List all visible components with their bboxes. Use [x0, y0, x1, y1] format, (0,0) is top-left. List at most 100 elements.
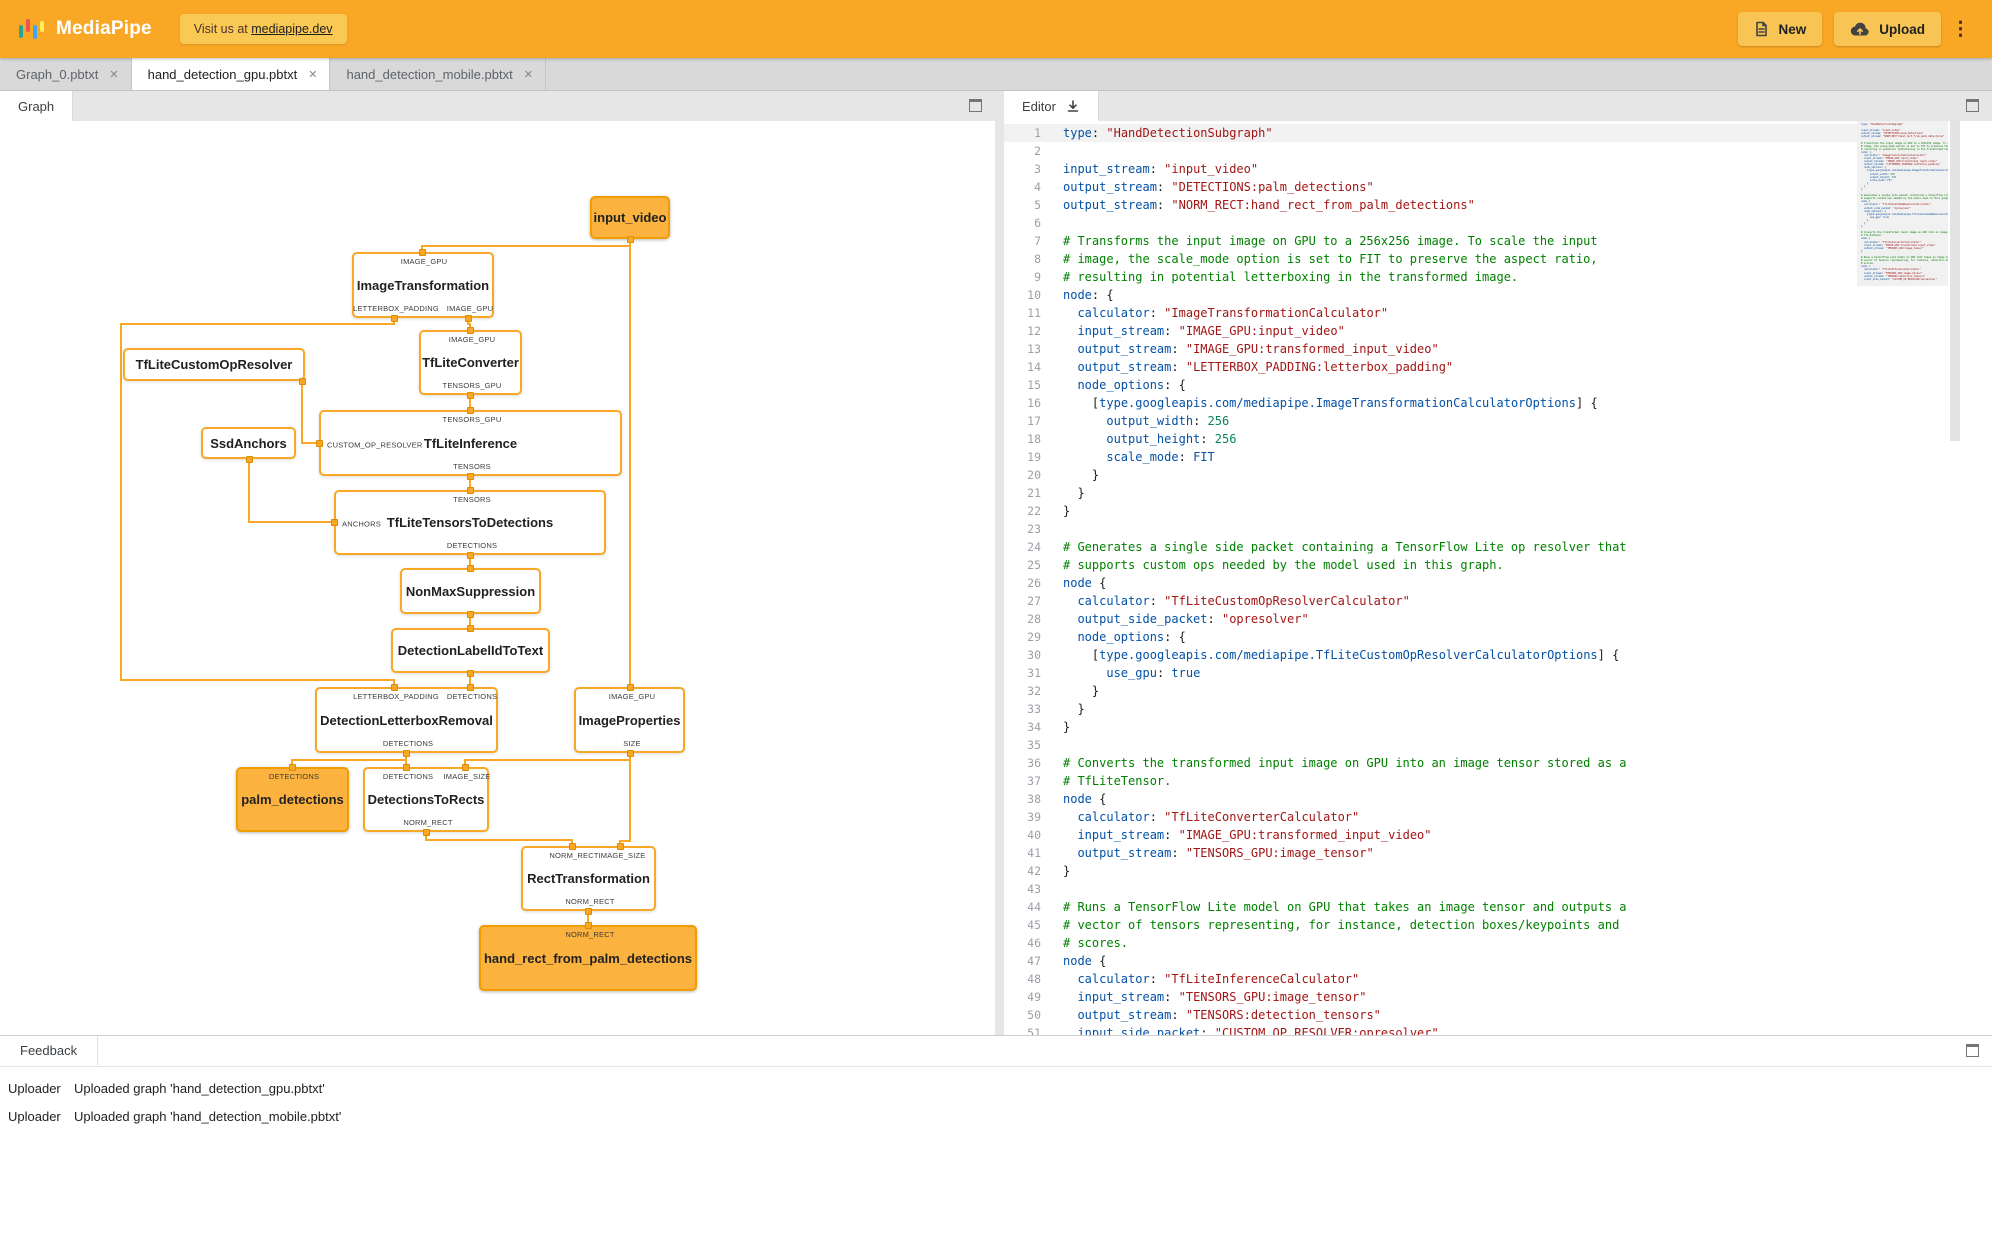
port-label-TENSORS: TENSORS	[453, 495, 491, 504]
port-dot	[466, 683, 474, 691]
graph-node-DetectionLabelIdToText[interactable]: DetectionLabelIdToText	[391, 628, 550, 673]
code-line: 37 # TfLiteTensor.	[1004, 772, 1857, 790]
code-line: 26 node {	[1004, 574, 1857, 592]
tab-graph[interactable]: Graph	[0, 91, 74, 121]
line-number: 40	[1027, 828, 1041, 842]
port-dot	[402, 749, 410, 757]
port-dot	[466, 610, 474, 618]
code-line: 48 calculator: "TfLiteInferenceCalculato…	[1004, 970, 1857, 988]
expand-editor-panel-icon[interactable]	[1966, 99, 1979, 112]
graph-node-palm_detections[interactable]: palm_detections DETECTIONS	[236, 767, 349, 832]
line-number: 11	[1027, 306, 1041, 320]
download-icon[interactable]	[1066, 99, 1080, 113]
graph-node-input_video[interactable]: input_video	[590, 196, 670, 239]
code-line: 2	[1004, 142, 1857, 160]
code-line: 41 output_stream: "TENSORS_GPU:image_ten…	[1004, 844, 1857, 862]
port-label-SIZE: SIZE	[623, 739, 641, 748]
line-number: 49	[1027, 990, 1041, 1004]
port-dot	[584, 907, 592, 915]
line-number: 30	[1027, 648, 1041, 662]
port-label-IMAGE_GPU: IMAGE_GPU	[446, 304, 494, 313]
line-number: 32	[1027, 684, 1041, 698]
code-line: 50 output_stream: "TENSORS:detection_ten…	[1004, 1006, 1857, 1024]
line-number: 5	[1034, 198, 1041, 212]
port-dot	[330, 518, 338, 526]
port-label-LETTERBOX_PADDING: LETTERBOX_PADDING	[353, 304, 439, 313]
line-number: 33	[1027, 702, 1041, 716]
graph-node-SsdAnchors[interactable]: SsdAnchors	[201, 427, 296, 459]
port-dot	[466, 669, 474, 677]
file-tab-Graph_0.pbtxt[interactable]: Graph_0.pbtxt ✕	[0, 58, 132, 90]
app-header: MediaPipe Visit us at mediapipe.dev New …	[0, 0, 1992, 58]
file-tab-hand_detection_gpu.pbtxt[interactable]: hand_detection_gpu.pbtxt ✕	[131, 58, 331, 90]
expand-feedback-panel-icon[interactable]	[1966, 1044, 1979, 1057]
port-label-NORM_RECT: NORM_RECT	[565, 930, 615, 939]
line-number: 23	[1027, 522, 1041, 536]
graph-node-ImageProperties[interactable]: ImageProperties IMAGE_GPU SIZE	[574, 687, 685, 753]
file-tab-label: Graph_0.pbtxt	[16, 66, 99, 82]
code-text: }	[1091, 684, 1100, 698]
code-line: 32 }	[1004, 682, 1857, 700]
code-line: 23	[1004, 520, 1857, 538]
line-number: 17	[1027, 414, 1041, 428]
upload-button[interactable]: Upload	[1834, 12, 1941, 46]
graph-node-DetectionsToRects[interactable]: DetectionsToRects DETECTIONS IMAGE_SIZE NOR…	[363, 767, 490, 832]
graph-node-NonMaxSuppression[interactable]: NonMaxSuppression	[400, 568, 541, 614]
line-number: 46	[1027, 936, 1041, 950]
code-line: 47 node {	[1004, 952, 1857, 970]
code-line: 24 # Generates a single side packet conta…	[1004, 538, 1857, 556]
expand-graph-panel-icon[interactable]	[969, 99, 982, 112]
minimap-viewport[interactable]	[1857, 121, 1948, 286]
code-text: }	[1077, 702, 1085, 716]
mediapipe-dev-link[interactable]: mediapipe.dev	[251, 22, 332, 36]
port-label-CUSTOM_OP_RESOLVER: CUSTOM_OP_RESOLVER	[327, 440, 423, 450]
tab-close-icon[interactable]: ✕	[308, 68, 317, 81]
line-number: 21	[1027, 486, 1041, 500]
port-label-IMAGE_GPU: IMAGE_GPU	[608, 692, 656, 701]
line-number: 8	[1034, 252, 1041, 266]
port-dot	[390, 683, 398, 691]
kebab-menu-icon[interactable]: ⋮	[1941, 20, 1974, 39]
graph-node-label: TfLiteCustomOpResolver	[135, 357, 293, 372]
graph-canvas[interactable]: input_video ImageTransformation IMAGE_GPU L…	[0, 121, 995, 1035]
new-button[interactable]: New	[1738, 12, 1823, 46]
editor-scrollbar[interactable]	[1948, 121, 1962, 1035]
line-number: 31	[1027, 666, 1041, 680]
feedback-tab-label: Feedback	[20, 1043, 78, 1058]
code-text: }	[1077, 486, 1085, 500]
graph-node-TfLiteTensorsToDetections[interactable]: TfLiteTensorsToDetections TENSORS DETECTIO…	[334, 490, 606, 555]
port-dot	[466, 624, 474, 632]
code-text: # Runs a TensorFlow Lite model on GPU th…	[1063, 900, 1627, 914]
line-number: 50	[1027, 1008, 1041, 1022]
tab-close-icon[interactable]: ✕	[524, 68, 533, 81]
code-line: 42}	[1004, 862, 1857, 880]
new-button-label: New	[1778, 21, 1807, 37]
tab-editor[interactable]: Editor	[1004, 91, 1099, 121]
file-tab-hand_detection_mobile.pbtxt[interactable]: hand_detection_mobile.pbtxt ✕	[330, 58, 546, 90]
graph-node-hand_rect_from_palm_detections[interactable]: hand_rect_from_palm_detections NORM_RECT	[479, 925, 697, 991]
tab-feedback[interactable]: Feedback	[0, 1036, 99, 1065]
port-label-NORM_RECT: NORM_RECT	[565, 897, 615, 906]
mediapipe-visualizer-app: MediaPipe Visit us at mediapipe.dev New …	[0, 0, 1992, 1242]
line-number: 3	[1034, 162, 1041, 176]
graph-node-ImageTransformation[interactable]: ImageTransformation IMAGE_GPU LETTERBOX_PA…	[352, 252, 494, 318]
code-line: 10 node: {	[1004, 286, 1857, 304]
line-number: 18	[1027, 432, 1041, 446]
graph-node-DetectionLetterboxRemoval[interactable]: DetectionLetterboxRemoval LETTERBOX_PADDI…	[315, 687, 498, 753]
port-dot	[584, 921, 592, 929]
graph-node-TfLiteInference[interactable]: TfLiteInference TENSORS_GPU TENSORS CUSTOM_…	[319, 410, 622, 476]
editor-minimap[interactable]: type: "HandDetectionSubgraph" input_strea…	[1857, 121, 1948, 1035]
feedback-entry: Uploader Uploaded graph 'hand_detection_m…	[8, 1103, 1992, 1131]
port-label-TENSORS_GPU: TENSORS_GPU	[442, 381, 502, 390]
line-number: 16	[1027, 396, 1041, 410]
graph-node-RectTransformation[interactable]: RectTransformation NORM_RECT IMAGE_SIZE NOR…	[521, 846, 656, 911]
tab-close-icon[interactable]: ✕	[109, 68, 118, 81]
code-text: output_stream: "DETECTIONS:palm_detectio…	[1063, 180, 1374, 194]
graph-node-TfLiteCustomOpResolver[interactable]: TfLiteCustomOpResolver	[123, 348, 305, 381]
graph-node-TfLiteConverter[interactable]: TfLiteConverter IMAGE_GPU TENSORS_GPU	[419, 330, 522, 395]
editor-scrollbar-slider[interactable]	[1950, 121, 1960, 441]
code-text: output_width: 256	[1106, 414, 1230, 428]
code-text: # Converts the transformed input image o…	[1063, 756, 1627, 770]
code-editor[interactable]: 1 type: "HandDetectionSubgraph" 2 3 input_st…	[1004, 121, 1992, 1035]
code-line: 15 node_options: {	[1004, 376, 1857, 394]
